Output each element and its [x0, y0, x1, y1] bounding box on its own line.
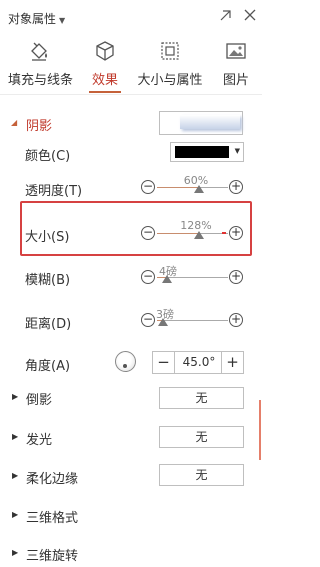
active-tab-underline	[89, 91, 121, 93]
size-decrease-button[interactable]: −	[141, 226, 155, 240]
scrollbar[interactable]	[257, 96, 262, 567]
panel-header: 对象属性 ▼	[0, 0, 262, 34]
distance-slider-handle[interactable]	[158, 318, 168, 326]
tab-size-properties[interactable]: 大小与属性	[137, 38, 203, 94]
tab-label: 效果	[91, 73, 118, 88]
angle-spinbox: − 45.0° +	[152, 351, 244, 374]
tab-label: 图片	[222, 73, 249, 88]
shadow-color-picker[interactable]: ▼	[170, 142, 244, 162]
section-label: 三维旋转	[26, 549, 79, 564]
collapsed-triangle-icon: ▶	[12, 432, 19, 441]
size-frame-icon	[161, 42, 179, 60]
panel-title-text: 对象属性	[8, 12, 57, 26]
tab-label: 填充与线条	[8, 73, 74, 88]
shadow-preset-button[interactable]	[159, 111, 243, 135]
angle-increase-button[interactable]: +	[221, 352, 243, 373]
section-label: 发光	[26, 433, 53, 448]
tab-label: 大小与属性	[137, 73, 203, 88]
color-swatch	[175, 146, 229, 158]
size-label: 大小(S)	[25, 230, 70, 245]
reflection-preset-button[interactable]: 无	[159, 387, 244, 409]
scrollbar-thumb[interactable]	[259, 400, 261, 460]
blur-decrease-button[interactable]: −	[141, 270, 155, 284]
caret-down-icon: ▼	[59, 16, 66, 25]
section-label: 三维格式	[26, 511, 79, 526]
divider	[0, 94, 262, 95]
collapsed-triangle-icon: ▶	[12, 471, 19, 480]
tab-picture[interactable]: 图片	[220, 38, 252, 94]
angle-decrease-button[interactable]: −	[153, 352, 175, 373]
distance-decrease-button[interactable]: −	[141, 313, 155, 327]
section-shadow-header[interactable]: 阴影	[26, 115, 52, 134]
picture-icon	[226, 43, 246, 59]
expanded-triangle-icon[interactable]: ◢	[11, 118, 17, 127]
size-slider-fill	[157, 233, 199, 234]
collapsed-triangle-icon: ▶	[12, 510, 19, 519]
angle-input[interactable]: 45.0°	[175, 352, 223, 373]
size-range-marker	[222, 232, 226, 234]
section-label: 倒影	[26, 393, 53, 408]
angle-dial[interactable]	[115, 351, 136, 372]
glow-preset-button[interactable]: 无	[159, 426, 244, 448]
distance-label: 距离(D)	[25, 317, 72, 332]
angle-dial-indicator	[123, 364, 127, 368]
shadow-preview-swatch	[180, 115, 240, 129]
property-tabs: 填充与线条 效果 大小与属性 图片	[0, 38, 262, 96]
cube-icon	[96, 41, 114, 61]
transparency-slider-handle[interactable]	[194, 185, 204, 193]
angle-label: 角度(A)	[25, 359, 71, 374]
color-label: 颜色(C)	[25, 149, 71, 164]
fill-bucket-icon	[31, 42, 47, 61]
section-label: 柔化边缘	[26, 472, 79, 487]
transparency-slider-fill	[157, 187, 199, 188]
collapsed-triangle-icon: ▶	[12, 548, 19, 557]
panel-title[interactable]: 对象属性 ▼	[8, 10, 65, 27]
distance-increase-button[interactable]: +	[229, 313, 243, 327]
size-slider-handle[interactable]	[194, 231, 204, 239]
collapsed-triangle-icon: ▶	[12, 392, 19, 401]
size-increase-button[interactable]: +	[229, 226, 243, 240]
pin-icon[interactable]	[218, 7, 234, 23]
tab-fill-line[interactable]: 填充与线条	[8, 38, 74, 94]
chevron-down-icon: ▼	[234, 147, 240, 155]
transparency-decrease-button[interactable]: −	[141, 180, 155, 194]
close-icon[interactable]	[242, 7, 258, 23]
soft-edges-preset-button[interactable]: 无	[159, 464, 244, 486]
transparency-label: 透明度(T)	[25, 184, 83, 199]
blur-slider-handle[interactable]	[162, 275, 172, 283]
transparency-increase-button[interactable]: +	[229, 180, 243, 194]
blur-increase-button[interactable]: +	[229, 270, 243, 284]
blur-label: 模糊(B)	[25, 273, 71, 288]
tab-effects[interactable]: 效果	[87, 38, 123, 94]
